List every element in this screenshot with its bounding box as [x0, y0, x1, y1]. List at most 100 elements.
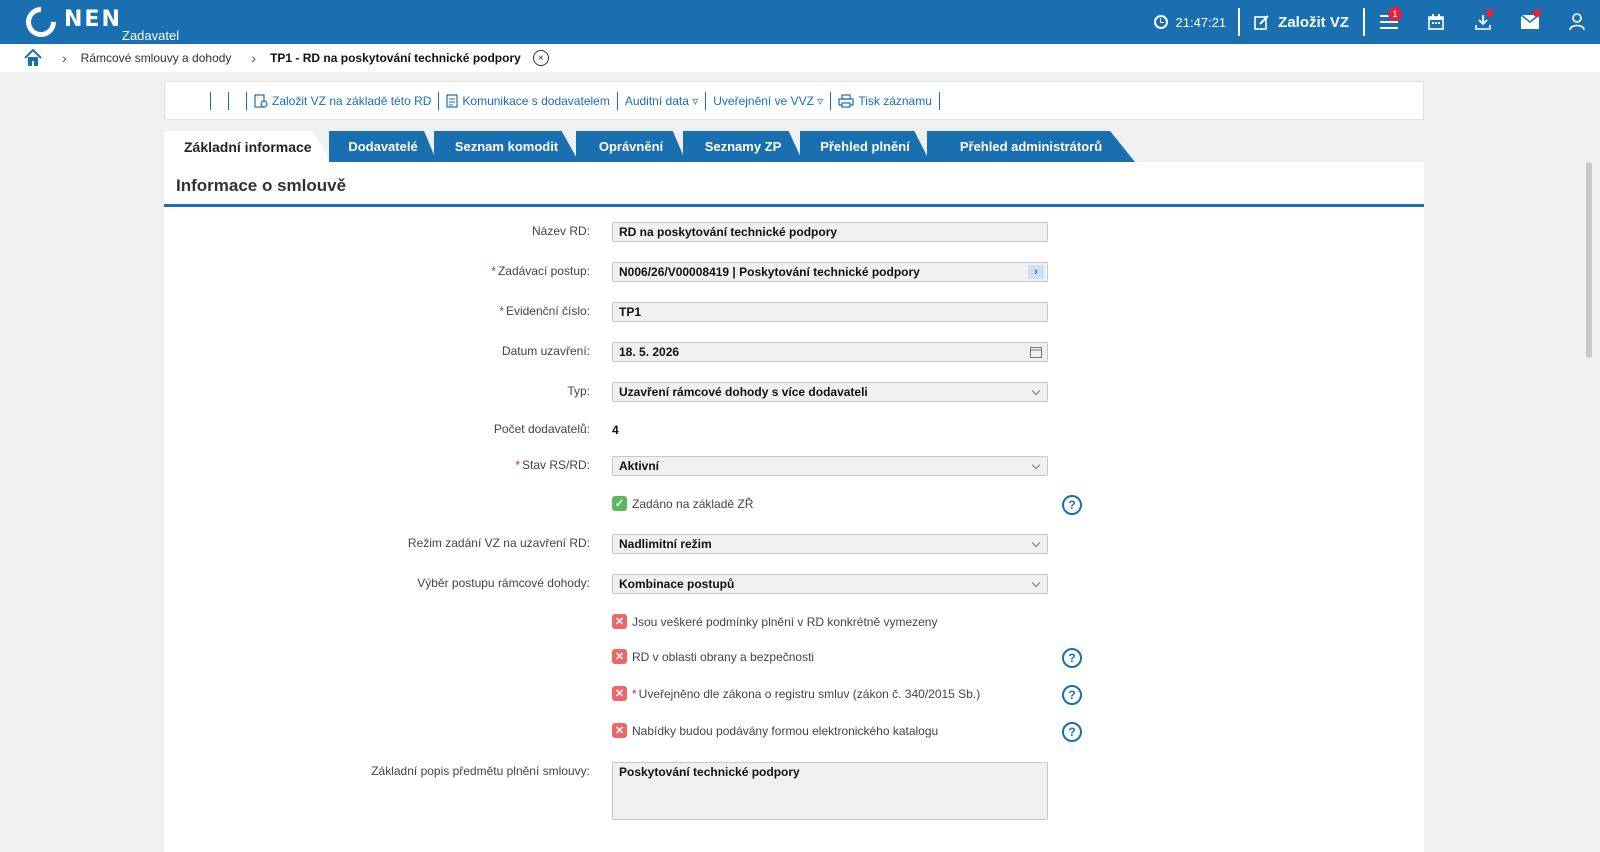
messages-button[interactable] — [1506, 0, 1553, 44]
zr-checkbox[interactable]: ✓ Zadáno na základě ZŘ — [612, 496, 753, 511]
cross-icon: ✕ — [612, 723, 627, 738]
required-mark: * — [515, 458, 520, 472]
tab-administrators[interactable]: Přehled administrátorů — [927, 131, 1135, 162]
forward-button[interactable] — [193, 91, 211, 110]
evid-label-text: Evidenční číslo: — [505, 304, 590, 318]
print-label: Tisk záznamu — [858, 93, 932, 108]
cross-icon: ✕ — [612, 686, 627, 701]
create-vz-button[interactable]: Založit VZ — [1240, 0, 1363, 44]
logo-ring-icon — [19, 0, 63, 44]
catalog-checkbox[interactable]: ✕ Nabídky budou podávány formou elektron… — [612, 723, 938, 738]
contract-info-panel: Informace o smlouvě Název RD: RD na posk… — [164, 162, 1424, 852]
pocet-value: 4 — [612, 423, 619, 437]
chk2-label: RD v oblasti obrany a bezpečnosti — [632, 649, 815, 664]
chevron-right-icon: › — [62, 50, 67, 66]
postup-label-text: Zadávací postup: — [497, 264, 590, 278]
close-record-icon[interactable]: × — [532, 50, 549, 66]
logo-text: NEN — [64, 6, 122, 32]
typ-select[interactable]: Uzavření rámcové dohody s více dodavatel… — [612, 382, 1048, 402]
nazev-field[interactable]: RD na poskytování technické podpory — [612, 222, 1048, 242]
communicate-button[interactable]: Komunikace s dodavatelem — [439, 91, 618, 110]
section-divider — [164, 204, 1424, 207]
rezim-select[interactable]: Nadlimitní režim — [612, 534, 1048, 554]
stav-select[interactable]: Aktivní — [612, 456, 1048, 476]
record-toolbar: Založit VZ na základě této RD Komunikace… — [164, 81, 1424, 120]
menu-button[interactable]: 1 — [1365, 0, 1412, 44]
breadcrumb-link-framework[interactable]: Rámcové smlouvy a dohody — [81, 51, 232, 65]
messages-dot — [1533, 9, 1541, 17]
audit-dropdown[interactable]: Auditní data ▿ — [618, 91, 707, 110]
stav-label: * Stav RS/RD: — [515, 458, 590, 472]
home-icon[interactable] — [24, 49, 42, 67]
publish-dropdown[interactable]: Uveřejnění ve VVZ ▿ — [706, 91, 832, 110]
downloads-button[interactable] — [1459, 0, 1506, 44]
create-vz-label: Založit VZ — [1278, 13, 1349, 31]
printer-icon — [838, 93, 854, 108]
calendar-icon — [1427, 14, 1444, 30]
tab-suppliers[interactable]: Dodavatelé — [329, 131, 437, 162]
publish-label: Uveřejnění ve VVZ ▿ — [713, 93, 824, 108]
vyber-select[interactable]: Kombinace postupů — [612, 574, 1048, 594]
help-icon[interactable]: ? — [1062, 685, 1082, 705]
session-clock: 21:47:21 — [1153, 14, 1227, 30]
zr-label: Zadáno na základě ZŘ — [632, 496, 754, 511]
evid-field[interactable]: TP1 — [612, 302, 1048, 322]
section-title: Informace o smlouvě — [176, 176, 347, 195]
settings-doc-icon — [254, 93, 268, 108]
datum-field[interactable]: 18. 5. 2026 — [612, 342, 1048, 362]
create-vz-from-rd-label: Založit VZ na základě této RD — [272, 93, 432, 108]
clock-icon — [1153, 15, 1168, 29]
create-vz-from-rd-button[interactable]: Založit VZ na základě této RD — [247, 91, 440, 110]
tab-permissions[interactable]: Oprávnění — [576, 131, 686, 162]
required-mark: * — [632, 686, 637, 701]
registry-checkbox[interactable]: ✕ * Uveřejněno dle zákona o registru sml… — [612, 686, 980, 701]
help-icon[interactable]: ? — [1062, 722, 1082, 742]
defense-checkbox[interactable]: ✕ RD v oblasti obrany a bezpečnosti — [612, 649, 814, 664]
user-button[interactable] — [1553, 0, 1600, 44]
print-button[interactable]: Tisk záznamu — [831, 91, 940, 110]
postup-value: N006/26/V00008419 | Poskytování technick… — [619, 265, 920, 279]
chk3-label: Uveřejněno dle zákona o registru smluv (… — [638, 686, 981, 701]
user-icon — [1568, 13, 1585, 31]
postup-label: * Zadávací postup: — [491, 264, 590, 278]
edit-button[interactable] — [229, 91, 247, 110]
rezim-label: Režim zadání VZ na uzavření RD: — [407, 536, 590, 550]
top-bar: NEN Zadavatel 21:47:21 Založit VZ 1 — [0, 0, 1600, 44]
document-icon — [446, 93, 459, 108]
required-mark: * — [491, 264, 496, 278]
tab-bar: Základní informace Dodavatelé Seznam kom… — [164, 131, 1135, 162]
evid-label: * Evidenční číslo: — [499, 304, 590, 318]
page-scrollbar[interactable] — [1586, 162, 1592, 358]
nazev-label: Název RD: — [531, 224, 590, 238]
help-icon[interactable]: ? — [1062, 495, 1082, 515]
tab-zp-lists[interactable]: Seznamy ZP — [683, 131, 803, 162]
cross-icon: ✕ — [612, 614, 627, 629]
refresh-button[interactable] — [211, 91, 229, 110]
tab-fulfillment[interactable]: Přehled plnění — [800, 131, 930, 162]
help-icon[interactable]: ? — [1062, 648, 1082, 668]
nen-logo[interactable]: NEN — [19, 0, 122, 44]
tab-commodities[interactable]: Seznam komodit — [434, 131, 579, 162]
popis-textarea[interactable]: Poskytování technické podpory — [612, 762, 1048, 820]
conditions-checkbox[interactable]: ✕ Jsou veškeré podmínky plnění v RD konk… — [612, 614, 937, 629]
stav-label-text: Stav RS/RD: — [521, 458, 590, 472]
check-icon: ✓ — [612, 496, 627, 511]
chk4-label: Nabídky budou podávány formou elektronic… — [632, 723, 939, 738]
notification-badge: 1 — [1388, 7, 1402, 21]
postup-field[interactable]: N006/26/V00008419 | Poskytování technick… — [612, 262, 1048, 282]
back-button[interactable] — [175, 92, 193, 110]
calendar-icon[interactable] — [1030, 346, 1042, 358]
mail-icon — [1520, 15, 1539, 29]
chevron-right-icon[interactable]: › — [1028, 265, 1044, 279]
datum-value: 18. 5. 2026 — [619, 345, 680, 359]
communicate-label: Komunikace s dodavatelem — [462, 93, 610, 108]
audit-label: Auditní data ▿ — [624, 93, 699, 108]
logo-subtitle: Zadavatel — [122, 28, 180, 43]
clock-time: 21:47:21 — [1175, 14, 1227, 30]
popis-label: Základní popis předmětu plnění smlouvy: — [371, 764, 590, 778]
tab-basic-info[interactable]: Základní informace — [164, 131, 332, 162]
downloads-dot — [1486, 9, 1494, 17]
breadcrumb-current: TP1 - RD na poskytování technické podpor… — [270, 51, 521, 65]
chevron-right-icon: › — [251, 50, 257, 66]
calendar-button[interactable] — [1412, 0, 1459, 44]
